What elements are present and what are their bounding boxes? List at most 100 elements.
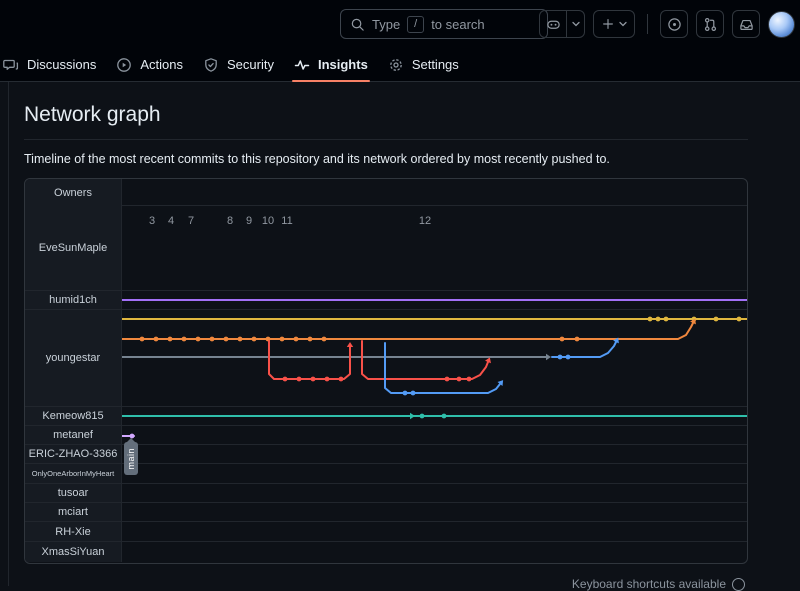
tab-label: Security (227, 57, 274, 72)
commit-dot (737, 317, 742, 322)
network-graph-svg[interactable] (122, 207, 747, 563)
commit-dot (560, 337, 565, 342)
date-label: 3 (149, 215, 155, 227)
discussions-icon (3, 57, 19, 73)
commit-dot (714, 317, 719, 322)
commit-dot (325, 377, 330, 382)
commit-dot (575, 337, 580, 342)
commit-dot (664, 317, 669, 322)
commit-dot (154, 337, 159, 342)
commit-dot (210, 337, 215, 342)
notifications-button[interactable] (732, 10, 760, 38)
tab-label: Discussions (27, 57, 96, 72)
owner-link[interactable]: humid1ch (25, 291, 122, 309)
commit-dot (196, 337, 201, 342)
branch-tag-main: main (124, 442, 138, 475)
header-actions (539, 10, 795, 38)
commit-dot (467, 377, 472, 382)
keyboard-shortcuts-hint[interactable]: Keyboard shortcuts available (572, 577, 745, 591)
owner-link[interactable]: XmasSiYuan (25, 542, 122, 562)
left-rail-divider (8, 82, 9, 586)
issue-opened-icon (667, 17, 682, 32)
date-label: 10 (262, 215, 274, 227)
search-icon (350, 17, 365, 32)
question-circle-icon (732, 578, 745, 591)
search-placeholder-prefix: Type (372, 17, 400, 32)
commit-dot (294, 337, 299, 342)
commit-dot (297, 377, 302, 382)
branch-youngestar-red-2[interactable] (362, 341, 491, 381)
commit-dot (411, 391, 416, 396)
owner-link[interactable]: tusoar (25, 484, 122, 502)
tab-label: Insights (318, 57, 368, 72)
copilot-menu-button[interactable] (539, 10, 585, 38)
commit-dot (566, 355, 571, 360)
owner-link[interactable]: EveSunMaple (25, 206, 122, 290)
security-icon (203, 57, 219, 73)
commit-dot (311, 377, 316, 382)
tab-discussions[interactable]: Discussions (0, 48, 106, 81)
owner-link[interactable]: Kemeow815 (25, 407, 122, 425)
title-divider (24, 139, 748, 140)
commit-dot (283, 377, 288, 382)
app-header: Type / to search (0, 0, 800, 48)
commit-dot (238, 337, 243, 342)
owners-header: Owners (25, 179, 122, 206)
repo-nav: Discussions Actions Security Insights Settin… (0, 48, 800, 82)
page-description: Timeline of the most recent commits to t… (24, 152, 744, 166)
network-graph-panel: Owners EveSunMaplehumid1chyoungestarKeme… (24, 178, 748, 564)
owner-link[interactable]: ERIC-ZHAO-3366 (25, 445, 122, 463)
date-label: 4 (168, 215, 174, 227)
tab-label: Settings (412, 57, 459, 72)
issues-button[interactable] (660, 10, 688, 38)
search-input[interactable]: Type / to search (340, 9, 548, 39)
tab-insights[interactable]: Insights (284, 48, 378, 81)
commit-dot (224, 337, 229, 342)
caret-down-icon (619, 20, 627, 28)
actions-icon (116, 57, 132, 73)
commit-dot (168, 337, 173, 342)
commit-dot (322, 337, 327, 342)
commit-dot (420, 414, 425, 419)
owner-link[interactable]: metanef (25, 426, 122, 444)
commit-dot (339, 377, 344, 382)
merge-arrow (410, 413, 415, 419)
graph-header-row: Owners (25, 179, 747, 206)
branch-kemeow-teal-arrow[interactable] (402, 413, 415, 419)
tab-settings[interactable]: Settings (378, 48, 469, 81)
branch-youngestar-yellow[interactable] (122, 317, 747, 322)
branch-youngestar-gray[interactable] (122, 354, 551, 360)
commit-dot (656, 317, 661, 322)
date-label: 8 (227, 215, 233, 227)
owner-link[interactable]: youngestar (25, 310, 122, 406)
tab-actions[interactable]: Actions (106, 48, 193, 81)
copilot-icon (540, 11, 566, 37)
tab-security[interactable]: Security (193, 48, 284, 81)
commit-dot (445, 377, 450, 382)
commit-dot (457, 377, 462, 382)
git-pull-request-icon (703, 17, 718, 32)
avatar[interactable] (768, 11, 795, 38)
tab-label: Actions (140, 57, 183, 72)
keyboard-shortcuts-text: Keyboard shortcuts available (572, 577, 726, 591)
commit-dot (182, 337, 187, 342)
owner-link[interactable]: mciart (25, 503, 122, 521)
date-label: 11 (281, 215, 292, 227)
search-placeholder-suffix: to search (431, 17, 484, 32)
branch-youngestar-orange[interactable] (122, 319, 696, 342)
merge-arrow (546, 354, 551, 360)
branch-youngestar-red-1[interactable] (269, 341, 353, 381)
slash-key-hint: / (407, 16, 424, 33)
date-label: 12 (419, 215, 431, 227)
owner-link[interactable]: OnlyOneArborInMyHeart (25, 464, 122, 483)
create-new-button[interactable] (593, 10, 635, 38)
commit-dot (280, 337, 285, 342)
insights-page: Network graph Timeline of the most recen… (0, 82, 800, 586)
owner-link[interactable]: RH-Xie (25, 522, 122, 541)
caret-down-icon (567, 11, 584, 37)
commit-dot (648, 317, 653, 322)
pull-requests-button[interactable] (696, 10, 724, 38)
branch-kemeow-teal[interactable] (122, 414, 747, 419)
date-label: 7 (188, 215, 194, 227)
page-title: Network graph (24, 103, 161, 127)
